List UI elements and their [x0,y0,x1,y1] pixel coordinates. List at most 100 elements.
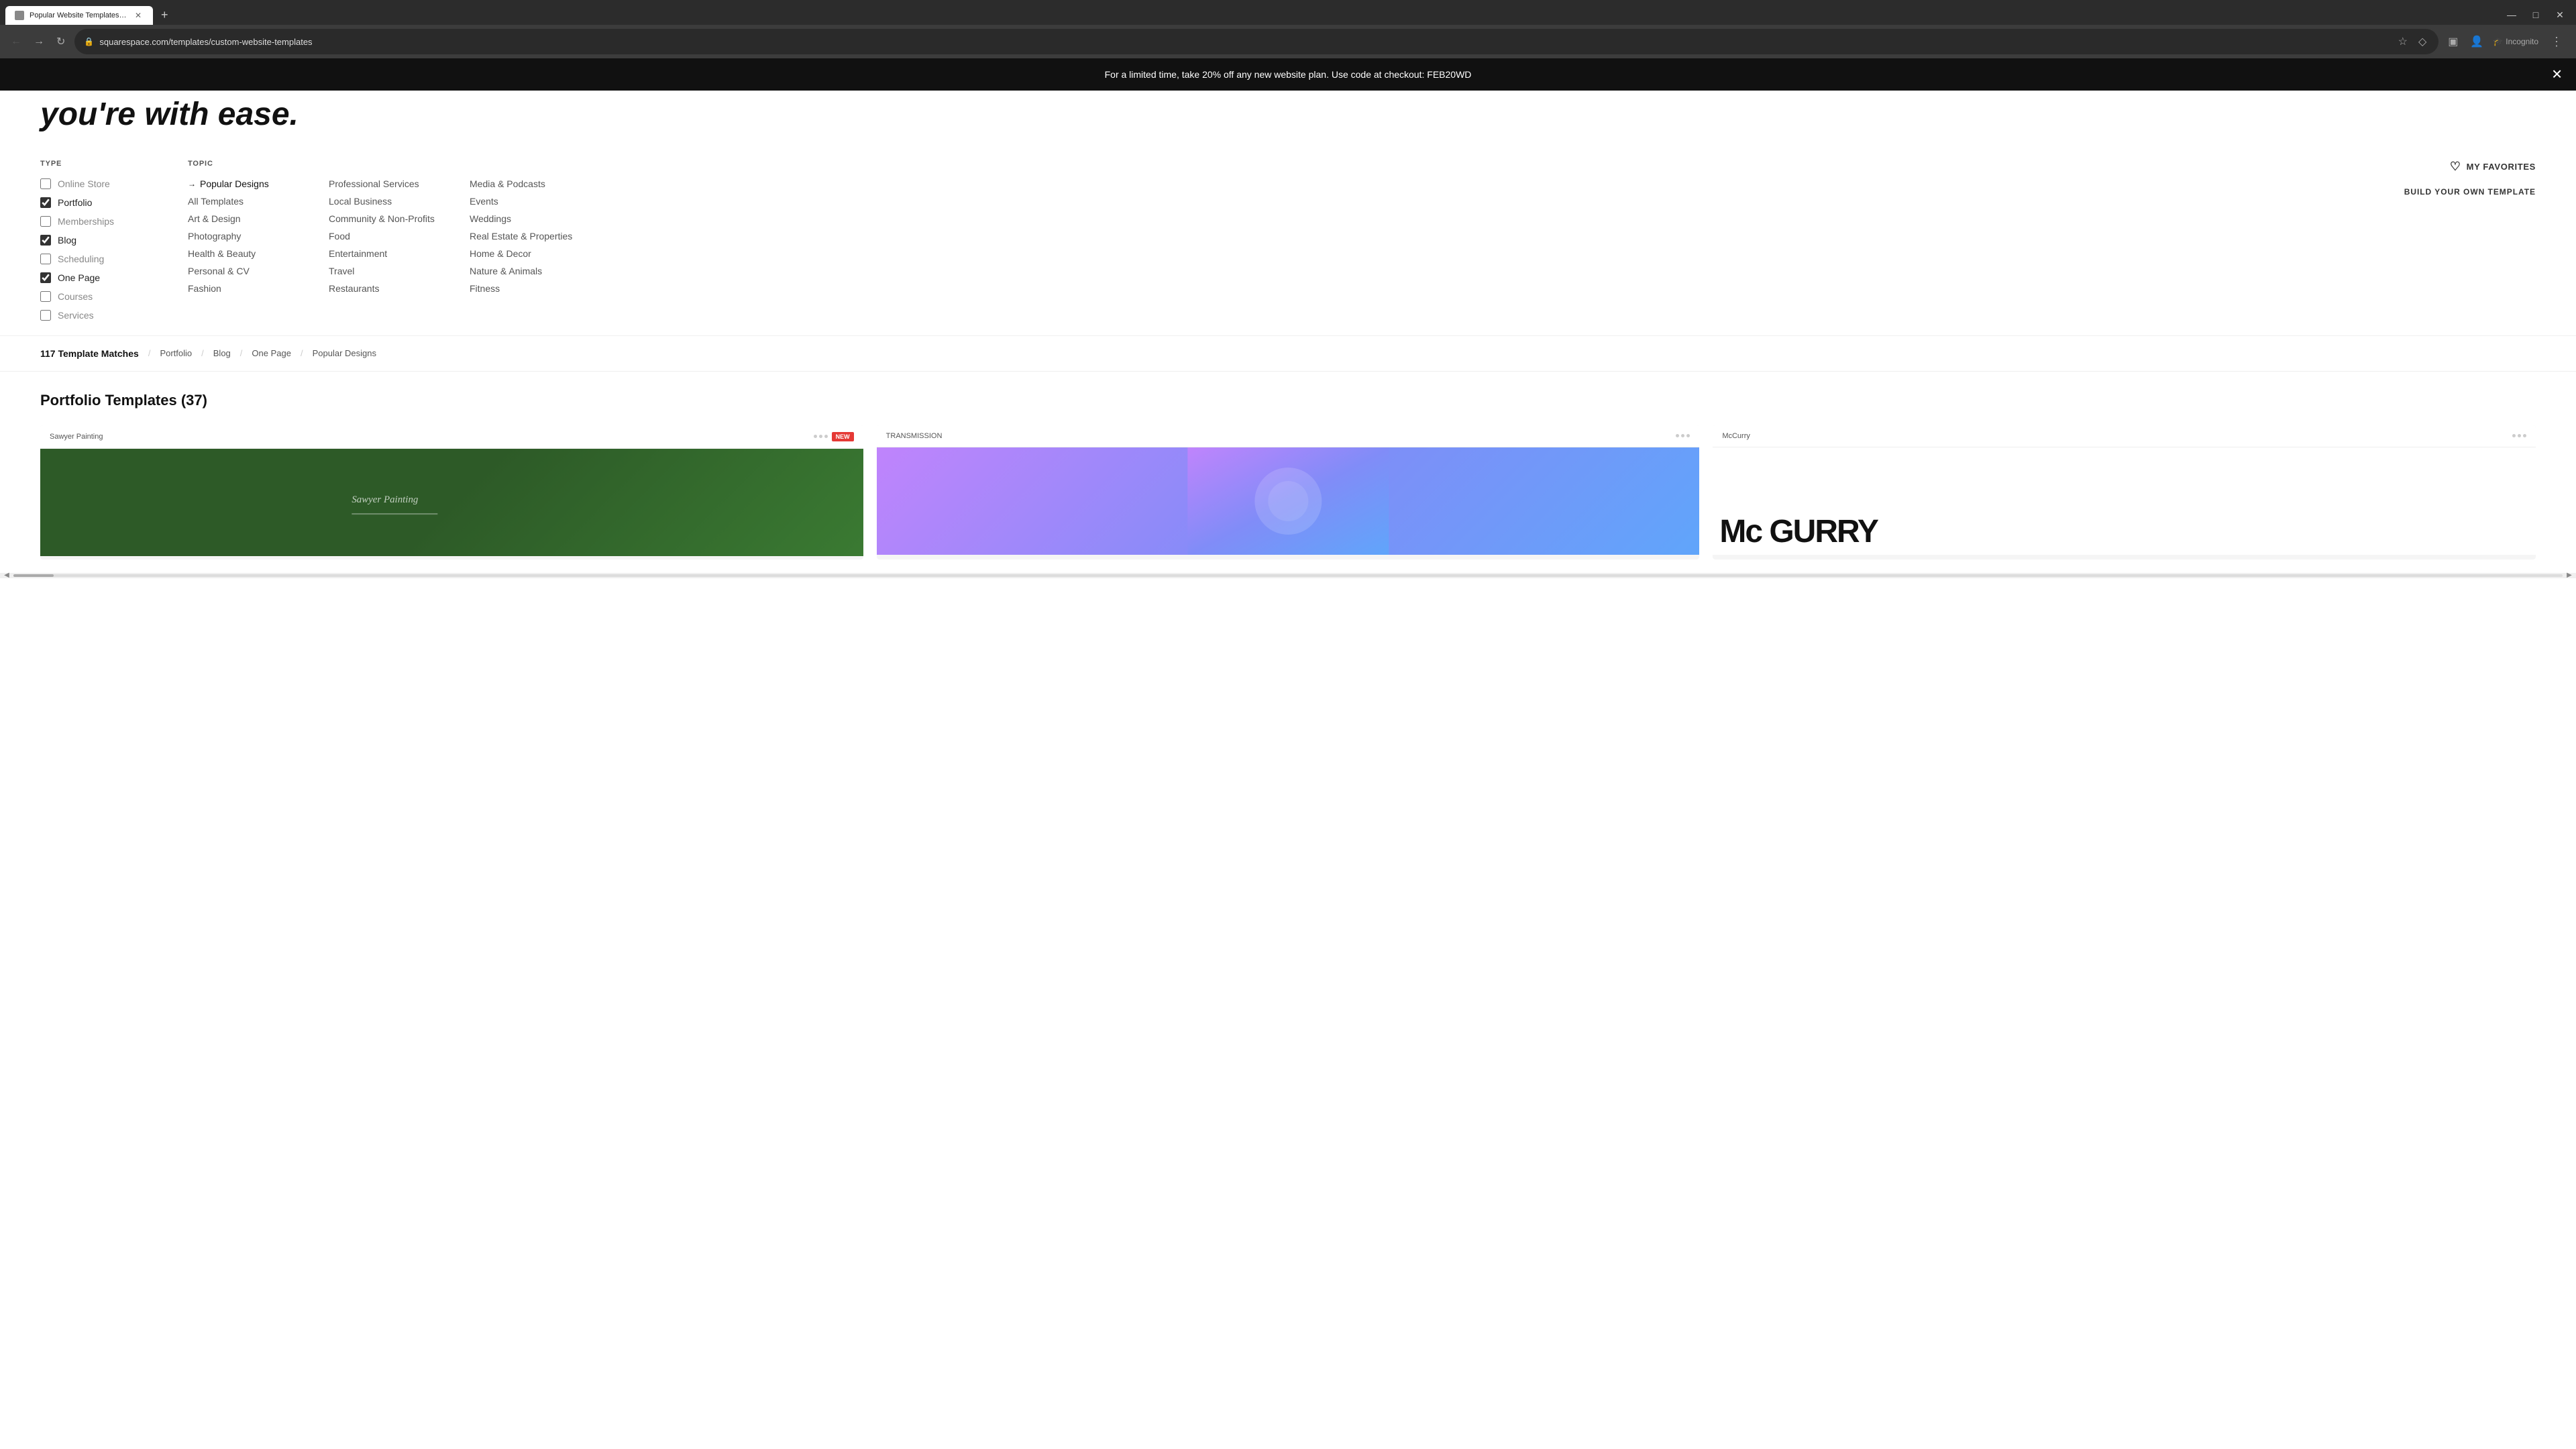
one-page-label: One Page [58,272,100,283]
my-favorites-label: MY FAVORITES [2467,162,2536,172]
filter-tag-portfolio[interactable]: Portfolio [160,348,192,358]
svg-text:Sawyer Painting: Sawyer Painting [352,494,419,505]
topic-events[interactable]: Events [470,196,597,207]
topic-personal-cv[interactable]: Personal & CV [188,266,315,276]
profile-button[interactable]: 👤 [2467,32,2486,51]
back-button[interactable]: ← [8,33,24,50]
topic-entertainment[interactable]: Entertainment [329,248,456,259]
topic-col-3: Media & Podcasts Events Weddings Real Es… [470,160,597,301]
scrollbar-left-arrow[interactable]: ◀ [0,573,13,578]
topic-col-2: Professional Services Local Business Com… [329,160,456,301]
topic-professional-services[interactable]: Professional Services [329,178,456,189]
minimize-button[interactable]: — [2502,5,2521,24]
topic-photography[interactable]: Photography [188,231,315,241]
template-dots-1 [814,435,828,438]
bookmark-button[interactable]: ☆ [2396,32,2410,51]
topic-travel[interactable]: Travel [329,266,456,276]
close-window-button[interactable]: ✕ [2551,5,2569,24]
template-card-actions-1: NEW [814,432,854,441]
banner-close-button[interactable]: ✕ [2551,66,2563,83]
dot-2a [1676,434,1679,437]
checkbox-memberships[interactable] [40,216,51,227]
checkbox-blog[interactable] [40,235,51,246]
topic-all-templates[interactable]: All Templates [188,196,315,207]
template-card-transmission[interactable]: TRANSMISSION [877,425,1700,559]
filter-topic-columns: TOPIC → Popular Designs All Templates Ar… [188,160,2402,301]
extensions-button[interactable]: ▣ [2445,32,2461,51]
dot-1b [819,435,822,438]
filter-tag-blog[interactable]: Blog [213,348,231,358]
extension-button[interactable]: ◇ [2416,32,2429,51]
topic-media-podcasts[interactable]: Media & Podcasts [470,178,597,189]
separator-4: / [301,348,303,358]
type-checkbox-scheduling[interactable]: Scheduling [40,254,188,264]
hero-partial-text: you're with ease. [0,91,2576,146]
topic-home-decor[interactable]: Home & Decor [470,248,597,259]
checkbox-services[interactable] [40,310,51,321]
topic-local-business[interactable]: Local Business [329,196,456,207]
topic-real-estate[interactable]: Real Estate & Properties [470,231,597,241]
build-own-template-button[interactable]: BUILD YOUR OWN TEMPLATE [2404,187,2536,197]
topic-health-beauty[interactable]: Health & Beauty [188,248,315,259]
url-actions: ☆ ◇ [2396,32,2430,51]
type-checkbox-blog[interactable]: Blog [40,235,188,246]
tab-close-button[interactable]: ✕ [133,10,144,21]
separator-2: / [201,348,204,358]
topic-fitness[interactable]: Fitness [470,283,597,294]
active-tab[interactable]: Popular Website Templates - Po ✕ [5,6,153,25]
scrollbar-right-arrow[interactable]: ▶ [2563,573,2576,578]
filter-tag-popular-designs[interactable]: Popular Designs [313,348,376,358]
scrollbar-track[interactable] [13,574,2563,577]
filter-section: TYPE Online Store Portfolio Memberships … [0,146,2576,336]
my-favorites-button[interactable]: ♡ MY FAVORITES [2450,160,2536,174]
filter-type-column: TYPE Online Store Portfolio Memberships … [40,160,188,329]
build-own-label: BUILD YOUR OWN TEMPLATE [2404,187,2536,197]
address-bar: ← → ↻ 🔒 squarespace.com/templates/custom… [0,25,2576,58]
url-bar[interactable]: 🔒 squarespace.com/templates/custom-websi… [74,29,2438,54]
template-preview-3: Mc GURRY [1713,447,2536,555]
topic-nature-animals[interactable]: Nature & Animals [470,266,597,276]
template-card-actions-3 [2512,434,2526,437]
type-label: TYPE [40,160,188,168]
portfolio-label: Portfolio [58,197,92,208]
forward-button[interactable]: → [31,33,47,50]
type-checkbox-services[interactable]: Services [40,310,188,321]
checkbox-one-page[interactable] [40,272,51,283]
separator-1: / [148,348,151,358]
topic-restaurants[interactable]: Restaurants [329,283,456,294]
topic-col2-spacer [329,160,456,168]
topic-fashion[interactable]: Fashion [188,283,315,294]
dot-3a [2512,434,2516,437]
template-card-actions-2 [1676,434,1690,437]
topic-popular-designs[interactable]: → Popular Designs [188,178,315,189]
template-card-sawyer-painting[interactable]: Sawyer Painting NEW Sawyer Painting [40,425,863,559]
checkbox-online-store[interactable] [40,178,51,189]
horizontal-scrollbar[interactable]: ◀ ▶ [0,573,2576,578]
template-name-2: TRANSMISSION [886,432,943,440]
type-checkbox-online-store[interactable]: Online Store [40,178,188,189]
browser-menu-button[interactable]: ⋮ [2545,32,2568,52]
new-tab-button[interactable]: + [156,5,174,25]
filter-tag-one-page[interactable]: One Page [252,348,291,358]
topic-food[interactable]: Food [329,231,456,241]
type-checkbox-one-page[interactable]: One Page [40,272,188,283]
scrollbar-thumb[interactable] [13,574,54,577]
tab-bar: Popular Website Templates - Po ✕ + — □ ✕ [5,5,2571,25]
topic-weddings[interactable]: Weddings [470,213,597,224]
type-checkbox-memberships[interactable]: Memberships [40,216,188,227]
checkbox-portfolio[interactable] [40,197,51,208]
topic-community-nonprofits[interactable]: Community & Non-Profits [329,213,456,224]
mccurry-preview-text: Mc GURRY [1719,516,1878,548]
dot-2c [1686,434,1690,437]
reload-button[interactable]: ↻ [54,32,68,51]
restore-button[interactable]: □ [2526,5,2545,24]
template-name-1: Sawyer Painting [50,433,103,441]
type-checkbox-portfolio[interactable]: Portfolio [40,197,188,208]
template-card-mccurry[interactable]: McCurry Mc GURRY [1713,425,2536,559]
topic-art-design[interactable]: Art & Design [188,213,315,224]
checkbox-scheduling[interactable] [40,254,51,264]
checkbox-courses[interactable] [40,291,51,302]
type-checkbox-courses[interactable]: Courses [40,291,188,302]
topic-col-1: TOPIC → Popular Designs All Templates Ar… [188,160,315,301]
dot-1c [824,435,828,438]
